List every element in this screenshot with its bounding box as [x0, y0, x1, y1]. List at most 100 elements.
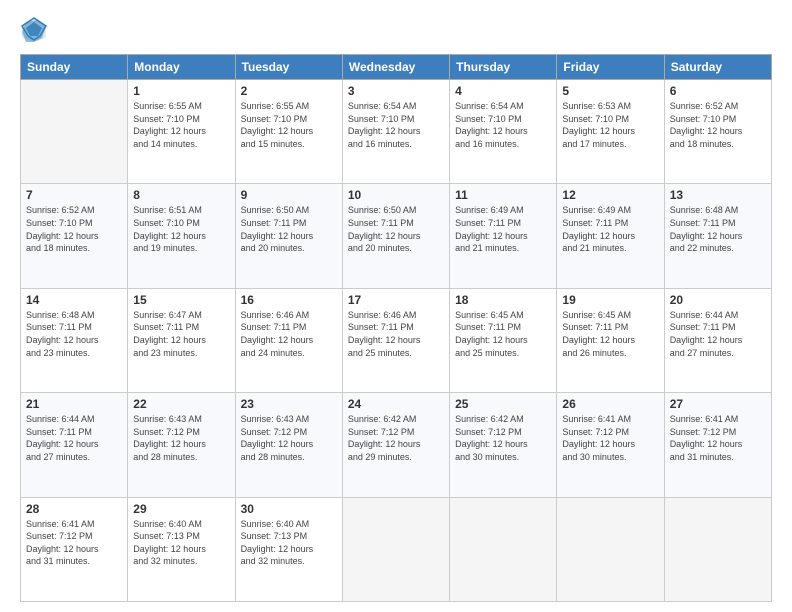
calendar-header: SundayMondayTuesdayWednesdayThursdayFrid… [21, 55, 772, 80]
day-number: 26 [562, 397, 658, 411]
calendar-day-cell: 16 Sunrise: 6:46 AM Sunset: 7:11 PM Dayli… [235, 288, 342, 392]
day-number: 21 [26, 397, 122, 411]
calendar-day-cell [21, 80, 128, 184]
day-number: 20 [670, 293, 766, 307]
day-number: 28 [26, 502, 122, 516]
day-number: 27 [670, 397, 766, 411]
day-info: Sunrise: 6:45 AM Sunset: 7:11 PM Dayligh… [562, 309, 658, 359]
day-number: 22 [133, 397, 229, 411]
calendar-day-cell: 23 Sunrise: 6:43 AM Sunset: 7:12 PM Dayli… [235, 393, 342, 497]
day-number: 5 [562, 84, 658, 98]
calendar-day-cell: 1Sunrise: 6:55 AM Sunset: 7:10 PM Daylig… [128, 80, 235, 184]
calendar-day-cell: 19Sunrise: 6:45 AM Sunset: 7:11 PM Dayli… [557, 288, 664, 392]
day-number: 11 [455, 188, 551, 202]
calendar-day-cell: 22 Sunrise: 6:43 AM Sunset: 7:12 PM Dayli… [128, 393, 235, 497]
calendar-day-cell: 5 Sunrise: 6:53 AM Sunset: 7:10 PM Daylig… [557, 80, 664, 184]
page: SundayMondayTuesdayWednesdayThursdayFrid… [0, 0, 792, 612]
day-info: Sunrise: 6:52 AM Sunset: 7:10 PM Dayligh… [670, 100, 766, 150]
day-info: Sunrise: 6:44 AM Sunset: 7:11 PM Dayligh… [670, 309, 766, 359]
day-number: 4 [455, 84, 551, 98]
calendar-day-header-sunday: Sunday [21, 55, 128, 80]
day-info: Sunrise: 6:50 AM Sunset: 7:11 PM Dayligh… [241, 204, 337, 254]
calendar-day-cell [557, 497, 664, 601]
calendar-day-cell: 25 Sunrise: 6:42 AM Sunset: 7:12 PM Dayli… [450, 393, 557, 497]
calendar-body: 1 Sunrise: 6:55 AM Sunset: 7:10 PM Daylig… [21, 80, 772, 602]
calendar-week-row: 21 Sunrise: 6:44 AM Sunset: 7:11 PM Dayli… [21, 393, 772, 497]
day-number: 17 [348, 293, 444, 307]
calendar-table: SundayMondayTuesdayWednesdayThursdayFrid… [20, 54, 772, 602]
calendar-day-cell: 24 Sunrise: 6:42 AM Sunset: 7:12 PM Dayli… [342, 393, 449, 497]
day-info: Sunrise: 6:41 AM Sunset: 7:12 PM Dayligh… [562, 413, 658, 463]
day-number: 23 [241, 397, 337, 411]
calendar-day-cell: 8 Sunrise: 6:51 AM Sunset: 7:10 PM Daylig… [128, 184, 235, 288]
calendar-day-cell: 13 Sunrise: 6:48 AM Sunset: 7:11 PM Dayli… [664, 184, 771, 288]
day-info: Sunrise: 6:51 AM Sunset: 7:10 PM Dayligh… [133, 204, 229, 254]
day-info: Sunrise: 6:48 AM Sunset: 7:11 PM Dayligh… [670, 204, 766, 254]
calendar-day-header-tuesday: Tuesday [235, 55, 342, 80]
day-number: 6 [670, 84, 766, 98]
calendar-week-row: 14 Sunrise: 6:48 AM Sunset: 7:11 PM Dayli… [21, 288, 772, 392]
day-number: 10 [348, 188, 444, 202]
calendar-day-cell: 6 Sunrise: 6:52 AM Sunset: 7:10 PM Daylig… [664, 80, 771, 184]
calendar-day-cell: 9 Sunrise: 6:50 AM Sunset: 7:11 PM Daylig… [235, 184, 342, 288]
logo-icon [20, 16, 48, 44]
calendar-day-cell: 11 Sunrise: 6:49 AM Sunset: 7:11 PM Dayli… [450, 184, 557, 288]
day-number: 9 [241, 188, 337, 202]
day-info: Sunrise: 6:40 AM Sunset: 7:13 PM Dayligh… [133, 518, 229, 568]
day-number: 7 [26, 188, 122, 202]
day-info: Sunrise: 6:53 AM Sunset: 7:10 PM Dayligh… [562, 100, 658, 150]
calendar-day-cell: 20 Sunrise: 6:44 AM Sunset: 7:11 PM Dayli… [664, 288, 771, 392]
calendar-day-cell: 12Sunrise: 6:49 AM Sunset: 7:11 PM Dayli… [557, 184, 664, 288]
day-number: 2 [241, 84, 337, 98]
day-number: 1 [133, 84, 229, 98]
day-info: Sunrise: 6:46 AM Sunset: 7:11 PM Dayligh… [241, 309, 337, 359]
day-info: Sunrise: 6:54 AM Sunset: 7:10 PM Dayligh… [348, 100, 444, 150]
day-info: Sunrise: 6:48 AM Sunset: 7:11 PM Dayligh… [26, 309, 122, 359]
day-number: 18 [455, 293, 551, 307]
day-number: 29 [133, 502, 229, 516]
day-info: Sunrise: 6:41 AM Sunset: 7:12 PM Dayligh… [670, 413, 766, 463]
day-info: Sunrise: 6:46 AM Sunset: 7:11 PM Dayligh… [348, 309, 444, 359]
day-number: 13 [670, 188, 766, 202]
calendar-day-cell: 18 Sunrise: 6:45 AM Sunset: 7:11 PM Dayli… [450, 288, 557, 392]
day-number: 16 [241, 293, 337, 307]
calendar-day-cell: 17 Sunrise: 6:46 AM Sunset: 7:11 PM Dayli… [342, 288, 449, 392]
day-info: Sunrise: 6:54 AM Sunset: 7:10 PM Dayligh… [455, 100, 551, 150]
calendar-day-cell: 10 Sunrise: 6:50 AM Sunset: 7:11 PM Dayli… [342, 184, 449, 288]
day-info: Sunrise: 6:50 AM Sunset: 7:11 PM Dayligh… [348, 204, 444, 254]
day-info: Sunrise: 6:40 AM Sunset: 7:13 PM Dayligh… [241, 518, 337, 568]
day-info: Sunrise: 6:43 AM Sunset: 7:12 PM Dayligh… [241, 413, 337, 463]
calendar-day-cell: 7 Sunrise: 6:52 AM Sunset: 7:10 PM Daylig… [21, 184, 128, 288]
day-number: 24 [348, 397, 444, 411]
day-info: Sunrise: 6:47 AM Sunset: 7:11 PM Dayligh… [133, 309, 229, 359]
day-info: Sunrise: 6:49 AM Sunset: 7:11 PM Dayligh… [455, 204, 551, 254]
day-info: Sunrise: 6:42 AM Sunset: 7:12 PM Dayligh… [348, 413, 444, 463]
day-number: 8 [133, 188, 229, 202]
calendar-day-header-thursday: Thursday [450, 55, 557, 80]
calendar-day-header-friday: Friday [557, 55, 664, 80]
calendar-day-cell: 27 Sunrise: 6:41 AM Sunset: 7:12 PM Dayli… [664, 393, 771, 497]
calendar-day-cell [664, 497, 771, 601]
day-info: Sunrise: 6:44 AM Sunset: 7:11 PM Dayligh… [26, 413, 122, 463]
calendar-day-header-wednesday: Wednesday [342, 55, 449, 80]
day-info: Sunrise: 6:52 AM Sunset: 7:10 PM Dayligh… [26, 204, 122, 254]
calendar-day-cell: 28 Sunrise: 6:41 AM Sunset: 7:12 PM Dayli… [21, 497, 128, 601]
calendar-day-cell: 3Sunrise: 6:54 AM Sunset: 7:10 PM Daylig… [342, 80, 449, 184]
day-info: Sunrise: 6:41 AM Sunset: 7:12 PM Dayligh… [26, 518, 122, 568]
calendar-day-cell [450, 497, 557, 601]
calendar-day-header-monday: Monday [128, 55, 235, 80]
calendar-day-cell: 30Sunrise: 6:40 AM Sunset: 7:13 PM Dayli… [235, 497, 342, 601]
calendar-week-row: 1 Sunrise: 6:55 AM Sunset: 7:10 PM Daylig… [21, 80, 772, 184]
calendar-day-cell: 2 Sunrise: 6:55 AM Sunset: 7:10 PM Daylig… [235, 80, 342, 184]
day-info: Sunrise: 6:43 AM Sunset: 7:12 PM Dayligh… [133, 413, 229, 463]
day-info: Sunrise: 6:42 AM Sunset: 7:12 PM Dayligh… [455, 413, 551, 463]
day-number: 25 [455, 397, 551, 411]
day-info: Sunrise: 6:45 AM Sunset: 7:11 PM Dayligh… [455, 309, 551, 359]
calendar-day-cell: 29 Sunrise: 6:40 AM Sunset: 7:13 PM Dayli… [128, 497, 235, 601]
day-number: 14 [26, 293, 122, 307]
calendar-header-row: SundayMondayTuesdayWednesdayThursdayFrid… [21, 55, 772, 80]
day-info: Sunrise: 6:55 AM Sunset: 7:10 PM Dayligh… [241, 100, 337, 150]
calendar-day-cell: 21 Sunrise: 6:44 AM Sunset: 7:11 PM Dayli… [21, 393, 128, 497]
calendar-day-header-saturday: Saturday [664, 55, 771, 80]
calendar-week-row: 7 Sunrise: 6:52 AM Sunset: 7:10 PM Daylig… [21, 184, 772, 288]
